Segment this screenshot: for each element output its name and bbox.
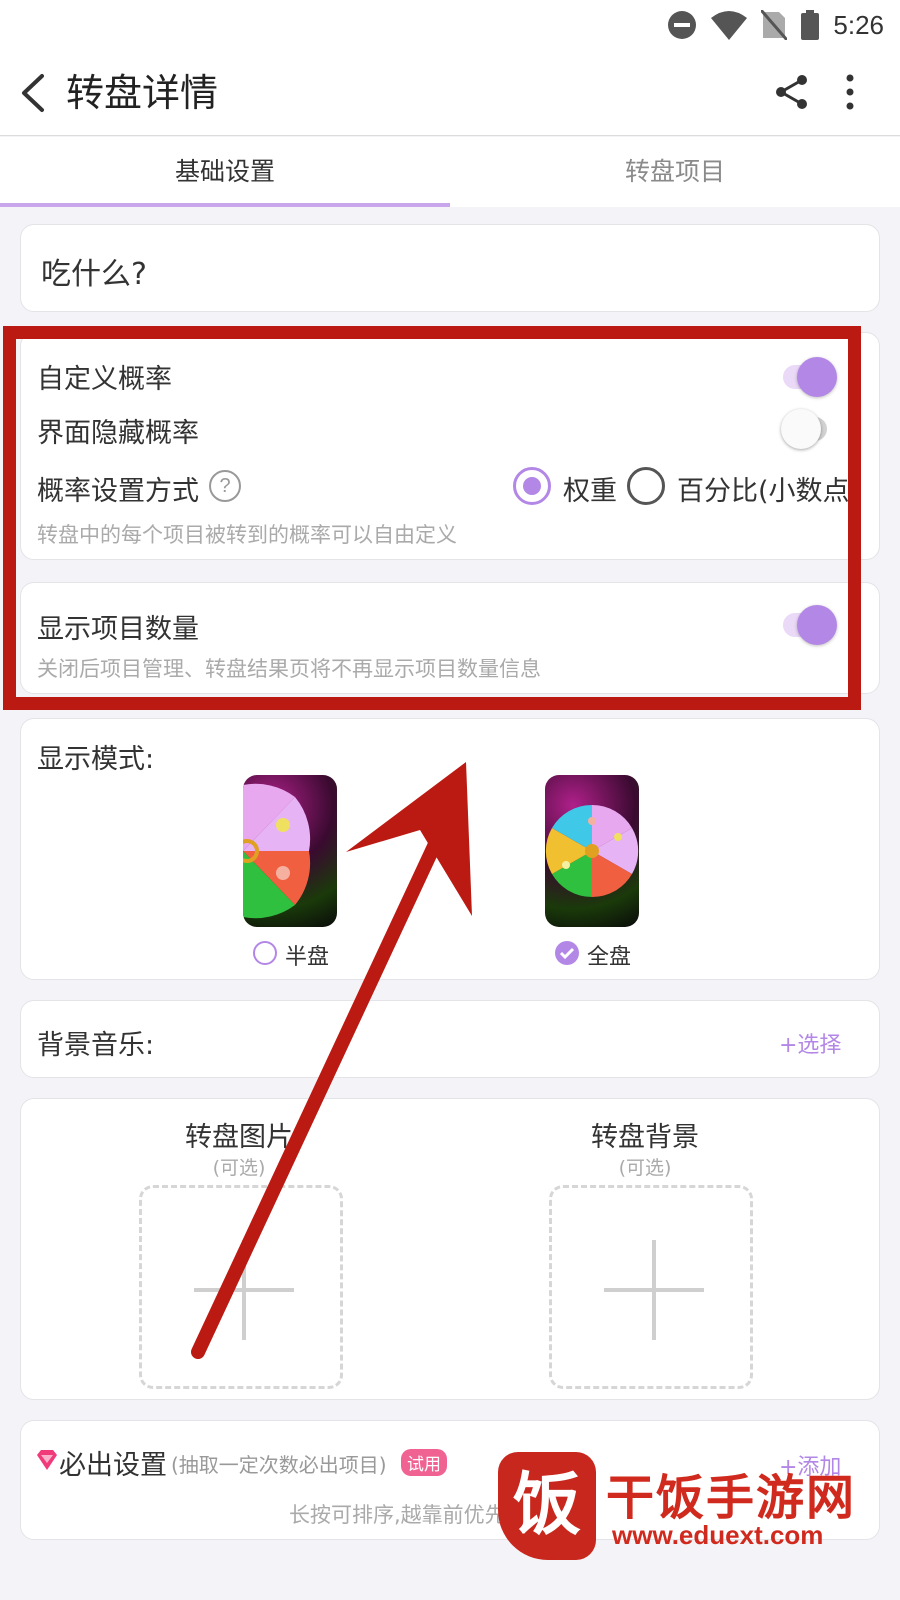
item-count-card: 显示项目数量 关闭后项目管理、转盘结果页将不再显示项目数量信息 (20, 582, 880, 694)
dnd-icon (668, 11, 697, 39)
watermark-logo: 饭 (498, 1452, 596, 1560)
half-wheel-thumbnail[interactable] (243, 775, 337, 927)
wheel-image-upload[interactable] (139, 1185, 343, 1389)
plus-icon (194, 1240, 294, 1340)
background-music-card: 背景音乐: +选择 (20, 1000, 880, 1078)
full-wheel-thumbnail[interactable] (545, 775, 639, 927)
wheel-background-upload[interactable] (549, 1185, 753, 1389)
wheel-name-card[interactable]: 吃什么? (20, 224, 880, 312)
show-count-hint: 关闭后项目管理、转盘结果页将不再显示项目数量信息 (37, 657, 541, 681)
watermark-url: www.eduext.com (612, 1520, 824, 1550)
half-mode-radio[interactable] (253, 941, 277, 965)
diamond-icon (37, 1450, 57, 1470)
display-mode-title: 显示模式: (37, 744, 155, 775)
check-icon (559, 947, 575, 960)
full-mode-radio[interactable] (555, 941, 579, 965)
show-count-toggle[interactable] (783, 601, 837, 649)
radio-weight-label: 权重 (563, 476, 617, 507)
hide-probability-toggle[interactable] (781, 405, 833, 453)
radio-percent-label: 百分比(小数点) (677, 476, 861, 507)
more-vert-icon[interactable] (838, 72, 862, 112)
half-mode-label: 半盘 (285, 945, 330, 970)
tab-bar: 基础设置 转盘项目 (0, 137, 900, 207)
tab-basic-settings[interactable]: 基础设置 (0, 137, 450, 207)
trial-badge: 试用 (401, 1449, 447, 1476)
wheel-image-optional: (可选) (212, 1157, 266, 1179)
wheel-background-optional: (可选) (618, 1157, 672, 1179)
images-card: 转盘图片 (可选) 转盘背景 (可选) (20, 1098, 880, 1400)
tab-indicator (0, 203, 450, 207)
wheel-image-title: 转盘图片 (185, 1122, 293, 1153)
radio-percent[interactable] (627, 467, 665, 505)
select-music-button[interactable]: +选择 (779, 1027, 841, 1059)
share-icon[interactable] (772, 72, 812, 112)
hide-probability-label: 界面隐藏概率 (37, 418, 199, 449)
back-arrow-icon[interactable] (18, 72, 48, 114)
plus-icon (604, 1240, 704, 1340)
battery-icon (801, 10, 820, 40)
half-wheel-graphic (243, 783, 311, 919)
status-icons: 5:26 (667, 8, 884, 42)
watermark-name: 干饭手游网 (606, 1470, 857, 1526)
probability-card: 自定义概率 界面隐藏概率 概率设置方式 ? 权重 百分比(小数点) 转盘中的每个… (20, 332, 880, 560)
background-music-label: 背景音乐: (37, 1030, 155, 1061)
radio-weight[interactable] (513, 467, 551, 505)
full-wheel-graphic (545, 804, 639, 898)
status-time: 5:26 (833, 9, 884, 40)
wheel-name-value: 吃什么? (41, 257, 147, 292)
page-title: 转盘详情 (66, 71, 219, 115)
status-bar: 5:26 (0, 0, 900, 50)
wheel-background-title: 转盘背景 (591, 1122, 699, 1153)
full-mode-label: 全盘 (587, 945, 632, 970)
must-win-title: 必出设置 (59, 1450, 167, 1481)
custom-probability-toggle[interactable] (783, 353, 837, 401)
custom-probability-label: 自定义概率 (37, 364, 172, 395)
must-win-description: (抽取一定次数必出项目) (171, 1453, 387, 1477)
show-count-label: 显示项目数量 (37, 614, 199, 645)
help-icon[interactable]: ? (209, 470, 241, 502)
probability-hint: 转盘中的每个项目被转到的概率可以自由定义 (37, 523, 457, 547)
wifi-icon (711, 11, 748, 40)
watermark: 饭 干饭手游网 www.eduext.com (498, 1452, 878, 1562)
no-sim-icon (761, 10, 788, 40)
app-bar: 转盘详情 (0, 50, 900, 136)
tab-wheel-items[interactable]: 转盘项目 (450, 137, 900, 207)
probability-method-label: 概率设置方式 (37, 476, 199, 507)
display-mode-card: 显示模式: 半盘 全盘 (20, 718, 880, 980)
